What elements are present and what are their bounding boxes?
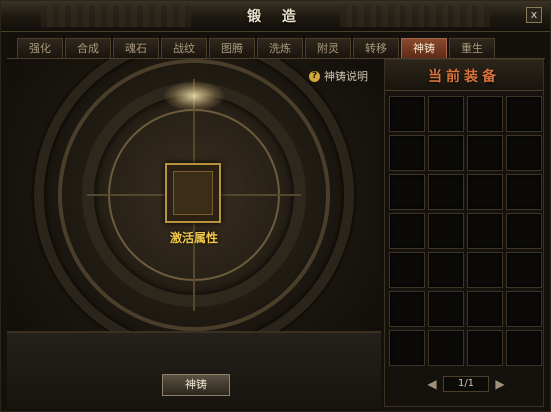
equipment-cell[interactable] — [467, 96, 503, 132]
slot-inner — [173, 171, 213, 215]
equipment-cell[interactable] — [467, 291, 503, 327]
question-icon: ? — [309, 70, 320, 82]
tab-synthesize[interactable]: 合成 — [65, 38, 111, 58]
equipment-pager: ◀ 1/1 ▶ — [385, 376, 543, 396]
equipment-cell[interactable] — [467, 174, 503, 210]
forge-tabs: 强化 合成 魂石 战纹 图腾 洗炼 附灵 转移 神铸 重生 — [17, 38, 495, 58]
tab-totem[interactable]: 图腾 — [209, 38, 255, 58]
title-bar[interactable]: 锻 造 x — [1, 1, 550, 32]
equipment-cell[interactable] — [506, 330, 542, 366]
equipment-title: 当前装备 — [428, 69, 500, 85]
equipment-cell[interactable] — [506, 213, 542, 249]
equipment-cell[interactable] — [506, 291, 542, 327]
equipment-cell[interactable] — [389, 252, 425, 288]
equipment-cell[interactable] — [428, 291, 464, 327]
tab-battle-pattern[interactable]: 战纹 — [161, 38, 207, 58]
divine-forge-button[interactable]: 神铸 — [162, 374, 230, 396]
equipment-slot[interactable] — [165, 163, 221, 223]
equipment-cell[interactable] — [389, 213, 425, 249]
equipment-cell[interactable] — [506, 174, 542, 210]
equipment-cell[interactable] — [428, 330, 464, 366]
tab-enchant[interactable]: 附灵 — [305, 38, 351, 58]
equipment-cell[interactable] — [506, 96, 542, 132]
equipment-cell[interactable] — [467, 330, 503, 366]
page-indicator: 1/1 — [443, 376, 489, 392]
equipment-cell[interactable] — [428, 135, 464, 171]
equipment-cell[interactable] — [428, 213, 464, 249]
window-title: 锻 造 — [247, 9, 304, 25]
equipment-cell[interactable] — [389, 330, 425, 366]
arrow-left-icon[interactable]: ◀ — [425, 377, 439, 391]
equipment-cell[interactable] — [389, 291, 425, 327]
equipment-cell[interactable] — [467, 213, 503, 249]
top-glow — [164, 81, 224, 111]
tab-transfer[interactable]: 转移 — [353, 38, 399, 58]
equipment-panel: 当前装备 ◀ 1/1 ▶ — [384, 59, 544, 407]
equipment-cell[interactable] — [506, 135, 542, 171]
equipment-cell[interactable] — [428, 96, 464, 132]
equipment-cell[interactable] — [467, 252, 503, 288]
equipment-cell[interactable] — [389, 96, 425, 132]
tab-strengthen[interactable]: 强化 — [17, 38, 63, 58]
arrow-right-icon[interactable]: ▶ — [493, 377, 507, 391]
equipment-cell[interactable] — [506, 252, 542, 288]
close-icon: x — [530, 8, 538, 21]
equipment-cell[interactable] — [428, 252, 464, 288]
help-label: 神铸说明 — [324, 70, 368, 83]
tab-soulstone[interactable]: 魂石 — [113, 38, 159, 58]
close-button[interactable]: x — [526, 7, 542, 23]
equipment-grid — [389, 96, 542, 366]
bottom-panel — [7, 331, 381, 409]
equipment-cell[interactable] — [428, 174, 464, 210]
activate-attributes-label: 激活属性 — [169, 231, 218, 245]
equipment-cell[interactable] — [389, 135, 425, 171]
tab-rebirth[interactable]: 重生 — [449, 38, 495, 58]
forge-window: 锻 造 x 强化 合成 魂石 战纹 图腾 洗炼 附灵 转移 神铸 重生 激活属性… — [0, 0, 551, 412]
tab-divine-forge[interactable]: 神铸 — [401, 38, 447, 58]
tab-refine[interactable]: 洗炼 — [257, 38, 303, 58]
equipment-cell[interactable] — [389, 174, 425, 210]
equipment-cell[interactable] — [467, 135, 503, 171]
help-link[interactable]: ? 神铸说明 — [309, 68, 368, 84]
equipment-header: 当前装备 — [385, 60, 543, 91]
forge-circle-panel: 激活属性 — [7, 59, 381, 331]
